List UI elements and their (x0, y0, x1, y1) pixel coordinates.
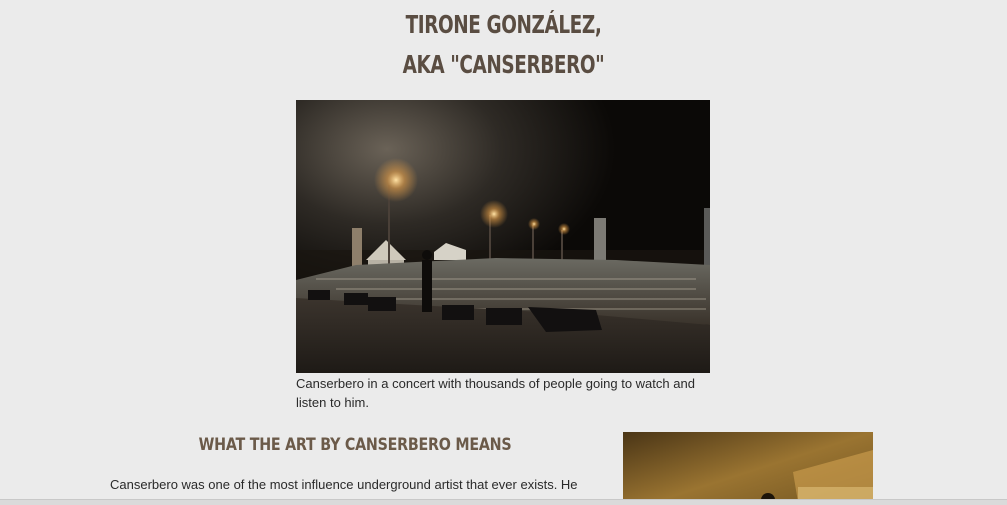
section-heading: WHAT THE ART BY CANSERBERO MEANS (198, 435, 512, 455)
artist-photo (623, 432, 873, 505)
concert-photo (296, 100, 710, 373)
page: TIRONE GONZÁLEZ, AKA "CANSERBERO" Canser… (0, 0, 1007, 505)
horizontal-scrollbar[interactable] (0, 499, 1007, 505)
page-title-line-2: AKA "CANSERBERO" (402, 50, 605, 79)
photo-caption: Canserbero in a concert with thousands o… (296, 376, 695, 410)
page-title-line-1: TIRONE GONZÁLEZ, (405, 10, 602, 39)
